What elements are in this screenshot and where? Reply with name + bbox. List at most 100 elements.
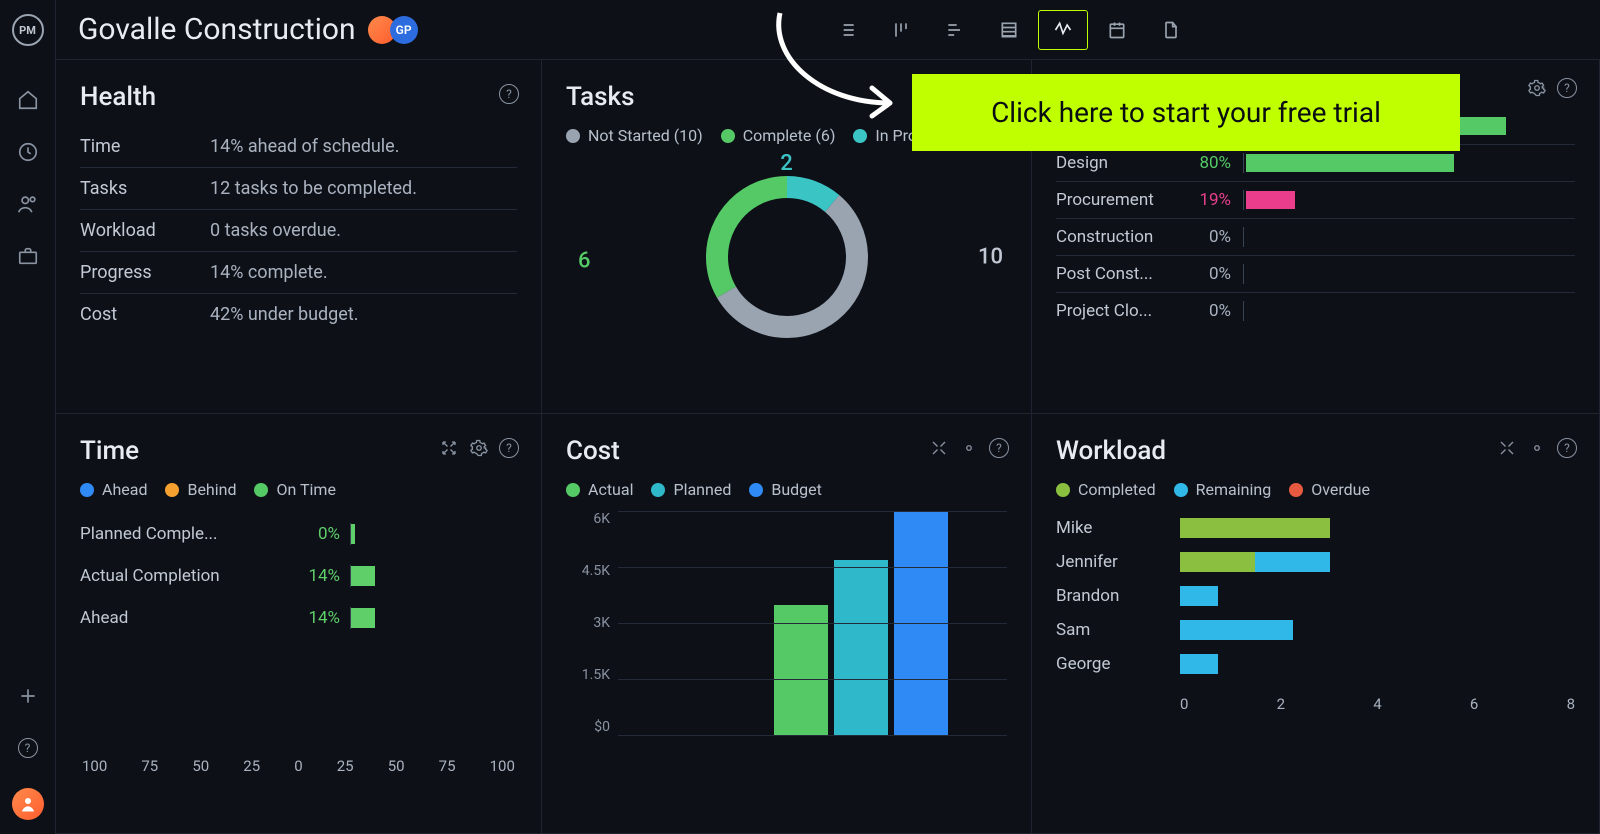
progress-bar xyxy=(1246,191,1295,209)
gear-icon[interactable] xyxy=(959,438,979,458)
axis-tick: 8 xyxy=(1567,695,1575,713)
axis-tick: 25 xyxy=(337,757,354,775)
dashboard-view-icon[interactable] xyxy=(1038,10,1088,50)
legend-item[interactable]: Completed xyxy=(1056,480,1156,499)
help-icon[interactable]: ? xyxy=(1557,438,1577,458)
progress-pct: 0% xyxy=(1176,264,1231,284)
briefcase-icon[interactable] xyxy=(16,244,40,268)
health-row-value: 0 tasks overdue. xyxy=(210,220,341,241)
help-icon[interactable]: ? xyxy=(16,736,40,760)
time-row-pct: 14% xyxy=(280,566,340,586)
legend-label: Budget xyxy=(771,480,822,499)
home-icon[interactable] xyxy=(16,88,40,112)
free-trial-callout[interactable]: Click here to start your free trial xyxy=(912,74,1460,151)
files-view-icon[interactable] xyxy=(1146,10,1196,50)
axis-tick: $0 xyxy=(566,719,610,735)
dashboard-grid: Health ? Time 14% ahead of schedule. Tas… xyxy=(56,60,1600,834)
time-row: Planned Comple... 0% xyxy=(80,511,517,553)
gantt-view-icon[interactable] xyxy=(930,10,980,50)
health-row-label: Cost xyxy=(80,304,210,325)
legend-label: On Time xyxy=(276,480,335,499)
view-switcher xyxy=(820,10,1198,50)
help-icon[interactable]: ? xyxy=(1557,78,1577,98)
time-row-label: Ahead xyxy=(80,608,280,628)
clock-icon[interactable] xyxy=(16,140,40,164)
axis-tick: 0 xyxy=(1180,695,1188,713)
topbar: Govalle Construction GP xyxy=(56,0,1600,60)
legend-item[interactable]: Complete (6) xyxy=(721,126,836,145)
plus-icon[interactable] xyxy=(16,684,40,708)
cost-bar xyxy=(774,605,828,735)
help-icon[interactable]: ? xyxy=(989,438,1009,458)
list-view-icon[interactable] xyxy=(822,10,872,50)
legend-item[interactable]: Ahead xyxy=(80,480,147,499)
legend-label: Remaining xyxy=(1196,480,1272,499)
axis-tick: 50 xyxy=(192,757,209,775)
board-view-icon[interactable] xyxy=(876,10,926,50)
health-row-value: 12 tasks to be completed. xyxy=(210,178,417,199)
axis-tick: 1.5K xyxy=(566,667,610,683)
health-row: Progress 14% complete. xyxy=(80,252,517,294)
calendar-view-icon[interactable] xyxy=(1092,10,1142,50)
workload-name: Mike xyxy=(1056,518,1180,538)
tasks-donut: 2 10 6 xyxy=(566,157,1007,357)
progress-label: Design xyxy=(1056,153,1176,173)
legend-item[interactable]: Overdue xyxy=(1289,480,1370,499)
workload-name: Brandon xyxy=(1056,586,1180,606)
legend-label: Not Started (10) xyxy=(588,126,703,145)
workload-seg xyxy=(1180,586,1218,606)
progress-row: Construction 0% xyxy=(1056,219,1575,256)
legend-item[interactable]: Behind xyxy=(165,480,236,499)
help-icon[interactable]: ? xyxy=(499,84,519,104)
legend-item[interactable]: Remaining xyxy=(1174,480,1272,499)
legend-label: Completed xyxy=(1078,480,1156,499)
health-row-label: Tasks xyxy=(80,178,210,199)
legend-label: Overdue xyxy=(1311,480,1370,499)
expand-icon[interactable] xyxy=(929,438,949,458)
progress-divider xyxy=(1243,153,1244,173)
legend-item[interactable]: Actual xyxy=(566,480,633,499)
axis-tick: 6 xyxy=(1470,695,1478,713)
people-icon[interactable] xyxy=(16,192,40,216)
user-avatar[interactable] xyxy=(12,788,44,820)
time-row: Actual Completion 14% xyxy=(80,553,517,595)
legend-item[interactable]: Planned xyxy=(651,480,731,499)
left-rail: PM ? xyxy=(0,0,56,834)
health-row: Tasks 12 tasks to be completed. xyxy=(80,168,517,210)
time-row-bar xyxy=(351,524,355,544)
axis-tick: 100 xyxy=(490,757,515,775)
legend-label: Behind xyxy=(187,480,236,499)
legend-dot-icon xyxy=(1289,483,1303,497)
legend-item[interactable]: On Time xyxy=(254,480,335,499)
app-logo[interactable]: PM xyxy=(12,14,44,46)
progress-pct: 19% xyxy=(1176,190,1231,210)
progress-row: Project Clo... 0% xyxy=(1056,293,1575,329)
workload-name: Sam xyxy=(1056,620,1180,640)
gear-icon[interactable] xyxy=(1527,438,1547,458)
workload-panel: Workload ? Completed Remaining Overdue M… xyxy=(1032,414,1600,834)
legend-item[interactable]: Not Started (10) xyxy=(566,126,703,145)
member-avatars[interactable]: GP xyxy=(374,16,418,44)
gear-icon[interactable] xyxy=(1527,78,1547,98)
legend-dot-icon xyxy=(651,483,665,497)
legend-label: Planned xyxy=(673,480,731,499)
health-row: Workload 0 tasks overdue. xyxy=(80,210,517,252)
avatar-2[interactable]: GP xyxy=(390,16,418,44)
progress-label: Project Clo... xyxy=(1056,301,1176,321)
legend-item[interactable]: Budget xyxy=(749,480,822,499)
legend-dot-icon xyxy=(165,483,179,497)
help-icon[interactable]: ? xyxy=(499,438,519,458)
health-title: Health xyxy=(80,82,517,112)
time-row-pct: 0% xyxy=(280,524,340,544)
progress-label: Construction xyxy=(1056,227,1176,247)
legend-dot-icon xyxy=(721,129,735,143)
sheet-view-icon[interactable] xyxy=(984,10,1034,50)
expand-icon[interactable] xyxy=(439,438,459,458)
health-row-label: Time xyxy=(80,136,210,157)
expand-icon[interactable] xyxy=(1497,438,1517,458)
time-row: Ahead 14% xyxy=(80,595,517,637)
gear-icon[interactable] xyxy=(469,438,489,458)
health-row-label: Progress xyxy=(80,262,210,283)
legend-dot-icon xyxy=(80,483,94,497)
axis-tick: 4.5K xyxy=(566,563,610,579)
